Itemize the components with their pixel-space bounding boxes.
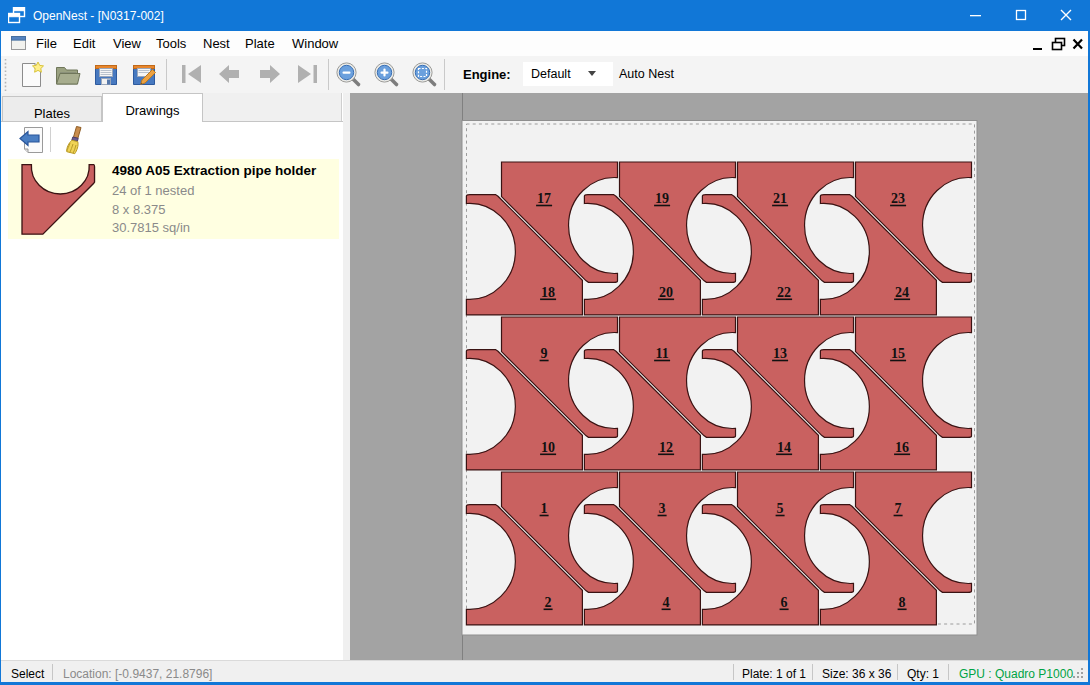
svg-text:13: 13 — [773, 346, 787, 361]
svg-text:17: 17 — [537, 191, 551, 206]
svg-text:1: 1 — [541, 501, 548, 516]
svg-text:20: 20 — [659, 285, 673, 300]
svg-text:15: 15 — [891, 346, 905, 361]
svg-text:8: 8 — [899, 595, 906, 610]
svg-text:12: 12 — [659, 440, 673, 455]
svg-text:7: 7 — [895, 501, 902, 516]
svg-text:9: 9 — [541, 346, 548, 361]
svg-text:6: 6 — [781, 595, 788, 610]
svg-text:14: 14 — [777, 440, 791, 455]
svg-text:11: 11 — [655, 346, 668, 361]
svg-text:24: 24 — [895, 285, 909, 300]
svg-text:2: 2 — [545, 595, 552, 610]
svg-text:10: 10 — [541, 440, 555, 455]
svg-text:21: 21 — [773, 191, 787, 206]
svg-text:23: 23 — [891, 191, 905, 206]
svg-text:19: 19 — [655, 191, 669, 206]
svg-text:5: 5 — [777, 501, 784, 516]
svg-text:18: 18 — [541, 285, 555, 300]
svg-text:16: 16 — [895, 440, 909, 455]
svg-text:4: 4 — [663, 595, 670, 610]
svg-text:22: 22 — [777, 285, 791, 300]
svg-text:3: 3 — [659, 501, 666, 516]
